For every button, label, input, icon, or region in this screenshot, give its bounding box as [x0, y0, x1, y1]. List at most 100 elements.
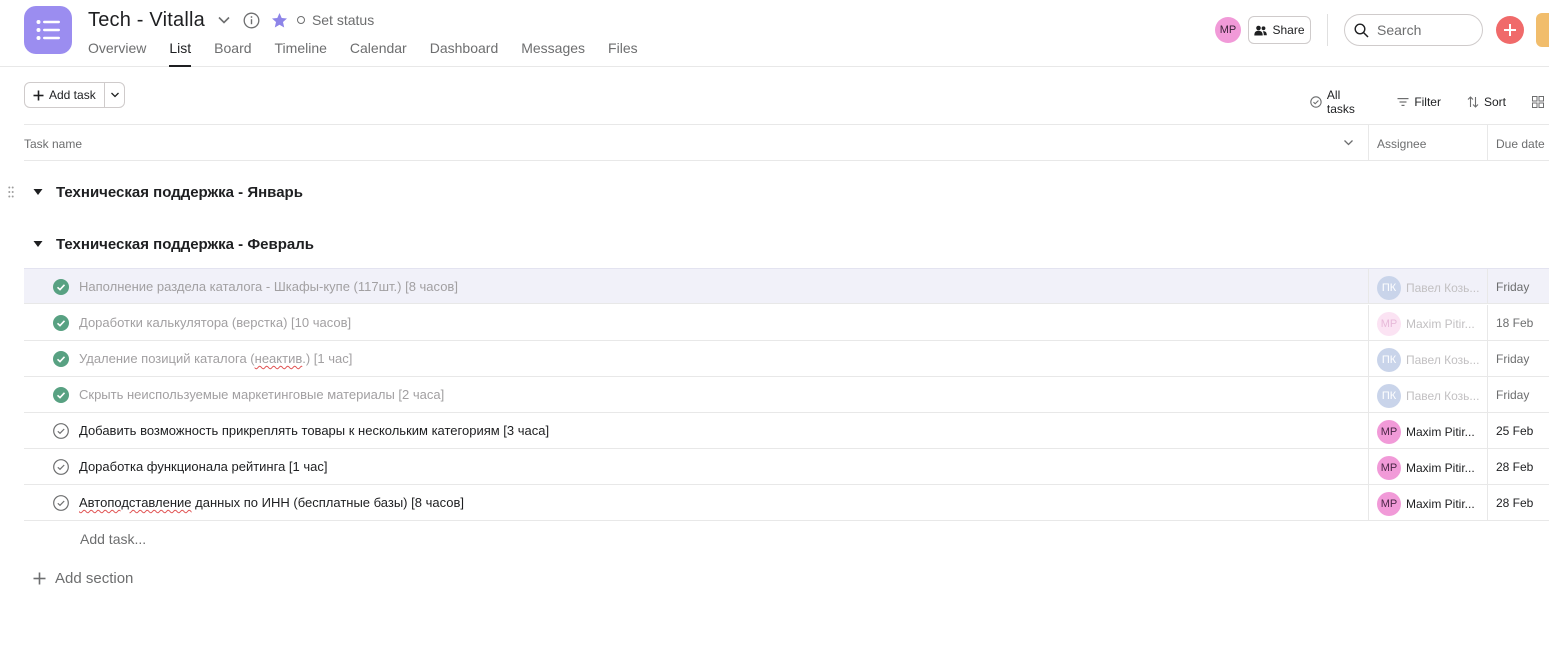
tab-files[interactable]: Files [608, 38, 638, 67]
tab-overview[interactable]: Overview [88, 38, 146, 67]
cell-divider [1487, 269, 1488, 303]
section-title[interactable]: Техническая поддержка - Февраль [56, 236, 314, 253]
column-due-date[interactable]: Due date [1496, 137, 1545, 151]
completed-check-icon[interactable] [53, 315, 69, 331]
header-divider [1327, 14, 1328, 46]
tab-dashboard[interactable]: Dashboard [430, 38, 499, 67]
add-task-dropdown[interactable] [105, 83, 124, 107]
cell-divider [1487, 413, 1488, 448]
due-date[interactable]: Friday [1496, 388, 1529, 402]
task-row[interactable]: Доработка функционала рейтинга [1 час] M… [24, 449, 1549, 485]
caret-down-icon[interactable] [33, 240, 43, 248]
column-divider [1487, 125, 1488, 161]
task-row[interactable]: Автоподставление данных по ИНН (бесплатн… [24, 485, 1549, 521]
user-avatar[interactable]: MP [1215, 17, 1241, 43]
assignee-avatar: MP [1377, 312, 1401, 336]
project-title[interactable]: Tech - Vitalla [88, 9, 205, 32]
all-tasks-button[interactable]: All tasks [1310, 88, 1371, 116]
task-name[interactable]: Скрыть неиспользуемые маркетинговые мате… [79, 387, 444, 402]
assignee-cell[interactable]: ПК Павел Козь... [1377, 384, 1479, 408]
chevron-down-icon[interactable] [1343, 137, 1354, 151]
assignee-cell[interactable]: ПК Павел Козь... [1377, 276, 1479, 300]
customize-button[interactable] [1532, 96, 1549, 108]
assignee-cell[interactable]: MP Maxim Pitir... [1377, 420, 1475, 444]
assignee-name: Павел Козь... [1406, 281, 1480, 295]
check-circle-icon[interactable] [53, 459, 69, 475]
due-date[interactable]: Friday [1496, 280, 1529, 294]
column-assignee[interactable]: Assignee [1377, 137, 1426, 151]
assignee-name: Павел Козь... [1406, 389, 1480, 403]
column-header: Task name Assignee Due date [24, 124, 1549, 161]
task-row[interactable]: Наполнение раздела каталога - Шкафы-купе… [24, 268, 1549, 304]
info-icon[interactable] [243, 11, 261, 29]
plus-icon [33, 90, 44, 100]
tab-messages[interactable]: Messages [521, 38, 585, 67]
create-button[interactable] [1496, 16, 1524, 44]
search-box[interactable] [1344, 14, 1483, 46]
due-date[interactable]: Friday [1496, 352, 1529, 366]
assignee-name: Maxim Pitir... [1406, 497, 1475, 511]
assignee-cell[interactable]: MP Maxim Pitir... [1377, 312, 1475, 336]
task-name[interactable]: Доработки калькулятора (верстка) [10 час… [79, 315, 351, 330]
filter-button[interactable]: Filter [1397, 95, 1441, 109]
add-task-button[interactable]: Add task [25, 83, 105, 107]
task-name[interactable]: Добавить возможность прикреплять товары … [79, 423, 549, 438]
assignee-cell[interactable]: MP Maxim Pitir... [1377, 456, 1475, 480]
tab-timeline[interactable]: Timeline [275, 38, 327, 67]
tab-list[interactable]: List [169, 38, 191, 67]
task-name[interactable]: Удаление позиций каталога (неактив.) [1 … [79, 351, 352, 366]
project-icon[interactable] [24, 6, 72, 54]
assignee-cell[interactable]: ПК Павел Козь... [1377, 348, 1479, 372]
set-status-button[interactable]: Set status [296, 12, 374, 28]
add-section-button[interactable]: Add section [33, 570, 133, 587]
due-date[interactable]: 25 Feb [1496, 424, 1533, 438]
task-name[interactable]: Наполнение раздела каталога - Шкафы-купе… [79, 279, 458, 294]
due-date[interactable]: 28 Feb [1496, 460, 1533, 474]
caret-down-icon[interactable] [33, 188, 43, 196]
task-row[interactable]: Добавить возможность прикреплять товары … [24, 413, 1549, 449]
share-label: Share [1272, 23, 1305, 37]
cell-divider [1487, 305, 1488, 340]
completed-check-icon[interactable] [53, 279, 69, 295]
tab-board[interactable]: Board [214, 38, 251, 67]
check-circle-icon[interactable] [53, 423, 69, 439]
due-date[interactable]: 18 Feb [1496, 316, 1533, 330]
tab-calendar[interactable]: Calendar [350, 38, 407, 67]
completed-check-icon[interactable] [53, 351, 69, 367]
task-row[interactable]: Скрыть неиспользуемые маркетинговые мате… [24, 377, 1549, 413]
chevron-down-icon[interactable] [215, 11, 233, 29]
add-task-button-group: Add task [24, 82, 125, 108]
section-title[interactable]: Техническая поддержка - Январь [56, 184, 303, 201]
grid-icon [1532, 96, 1544, 108]
sort-button[interactable]: Sort [1467, 95, 1506, 109]
add-task-inline[interactable]: Add task... [80, 531, 146, 547]
share-button[interactable]: Share [1248, 16, 1311, 44]
star-icon[interactable] [271, 11, 289, 29]
due-date[interactable]: 28 Feb [1496, 496, 1533, 510]
check-circle-icon [1310, 96, 1322, 108]
column-task-name[interactable]: Task name [24, 137, 82, 151]
task-name[interactable]: Доработка функционала рейтинга [1 час] [79, 459, 327, 474]
assignee-avatar: ПК [1377, 384, 1401, 408]
cell-divider [1487, 341, 1488, 376]
drag-handle-icon[interactable] [8, 186, 14, 198]
completed-check-icon[interactable] [53, 387, 69, 403]
task-row[interactable]: Доработки калькулятора (верстка) [10 час… [24, 305, 1549, 341]
task-name-part: Удаление позиций каталога ( [79, 351, 255, 366]
assignee-avatar: MP [1377, 456, 1401, 480]
task-name-part: .) [1 час] [302, 351, 353, 366]
task-row[interactable]: Удаление позиций каталога (неактив.) [1 … [24, 341, 1549, 377]
upgrade-button[interactable] [1536, 13, 1549, 47]
all-tasks-label: All tasks [1326, 88, 1355, 116]
project-tabs: Overview List Board Timeline Calendar Da… [88, 38, 661, 67]
search-input[interactable] [1377, 22, 1472, 38]
check-circle-icon[interactable] [53, 495, 69, 511]
view-toolbar: All tasks Filter Sort [1310, 88, 1549, 116]
task-name[interactable]: Автоподставление данных по ИНН (бесплатн… [79, 495, 464, 510]
add-task-label: Add task [49, 88, 96, 102]
assignee-name: Maxim Pitir... [1406, 425, 1475, 439]
cell-divider [1487, 485, 1488, 520]
assignee-cell[interactable]: MP Maxim Pitir... [1377, 492, 1475, 516]
assignee-name: Павел Козь... [1406, 353, 1480, 367]
project-header: Tech - Vitalla Set status Overview List … [0, 0, 1549, 67]
